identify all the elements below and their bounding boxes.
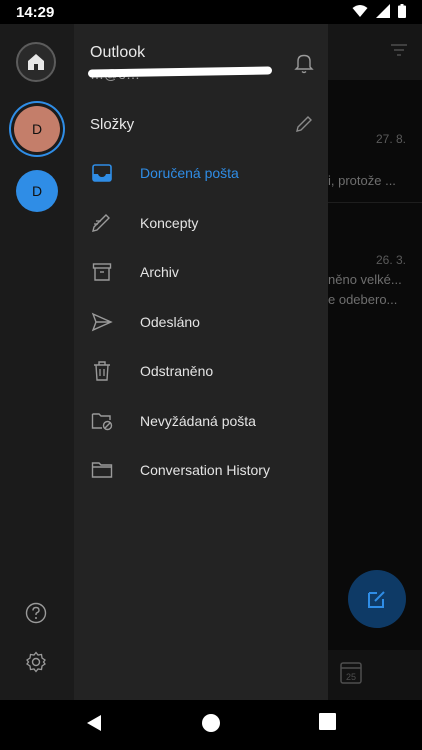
- message-preview: něno velké...: [328, 272, 402, 287]
- filter-icon: [391, 44, 407, 56]
- edit-pencil-icon[interactable]: [294, 114, 314, 134]
- status-bar: 14:29: [0, 0, 422, 24]
- folder-item-sent[interactable]: Odesláno: [74, 298, 328, 346]
- folder-item-inbox[interactable]: Doručená pošta: [74, 149, 328, 197]
- compose-button[interactable]: [348, 570, 406, 628]
- send-icon: [90, 310, 114, 334]
- archive-icon: [90, 260, 114, 284]
- calendar-icon[interactable]: 25: [340, 660, 362, 684]
- folder-label: Odstraněno: [140, 363, 214, 379]
- compose-icon: [368, 591, 385, 608]
- account-avatar[interactable]: D: [16, 170, 58, 212]
- folder-icon: [90, 458, 114, 482]
- android-nav-bar: [0, 700, 422, 750]
- settings-gear-icon[interactable]: [25, 651, 47, 673]
- folders-title: Složky: [90, 116, 135, 133]
- home-nav-icon[interactable]: [201, 713, 221, 733]
- avatar-initial: D: [31, 121, 43, 137]
- signal-icon: [376, 4, 390, 18]
- status-time: 14:29: [16, 4, 55, 21]
- home-button[interactable]: [16, 42, 56, 82]
- folder-label: Odesláno: [140, 314, 200, 330]
- message-preview: i, protože ...: [328, 173, 396, 188]
- home-icon: [28, 54, 44, 70]
- message-date: 26. 3.: [375, 253, 406, 267]
- calendar-day: 25: [346, 672, 356, 682]
- folder-label: Archiv: [140, 264, 179, 280]
- recents-icon[interactable]: [319, 713, 336, 730]
- battery-icon: [398, 4, 406, 18]
- folder-label: Nevyžádaná pošta: [140, 413, 256, 429]
- inbox-icon: [90, 161, 114, 185]
- drafts-icon: [90, 211, 114, 235]
- folder-label: Conversation History: [140, 462, 270, 478]
- folder-item-deleted[interactable]: Odstraněno: [74, 347, 328, 395]
- help-icon[interactable]: [25, 602, 47, 624]
- folder-item-drafts[interactable]: Koncepty: [74, 199, 328, 247]
- folder-panel: Outlook …@o… Složky Doručená pošta Konce…: [74, 24, 328, 700]
- trash-icon: [90, 359, 114, 383]
- account-avatar-selected[interactable]: D: [14, 106, 60, 152]
- account-app-name: Outlook: [90, 44, 146, 61]
- account-rail: D D: [0, 24, 74, 700]
- avatar-initial: D: [31, 183, 43, 199]
- folder-item-junk[interactable]: Nevyžádaná pošta: [74, 397, 328, 445]
- folder-label: Doručená pošta: [140, 165, 239, 181]
- wifi-icon: [352, 5, 368, 17]
- message-date: 27. 8.: [375, 132, 406, 146]
- bell-icon[interactable]: [294, 52, 314, 74]
- folder-item-conversation-history[interactable]: Conversation History: [74, 446, 328, 494]
- junk-icon: [90, 409, 114, 433]
- divider: [328, 202, 422, 203]
- back-icon[interactable]: [85, 713, 103, 733]
- folder-label: Koncepty: [140, 215, 199, 231]
- message-preview: e odebero...: [328, 292, 398, 307]
- status-icons: [352, 4, 406, 18]
- folder-item-archive[interactable]: Archiv: [74, 248, 328, 296]
